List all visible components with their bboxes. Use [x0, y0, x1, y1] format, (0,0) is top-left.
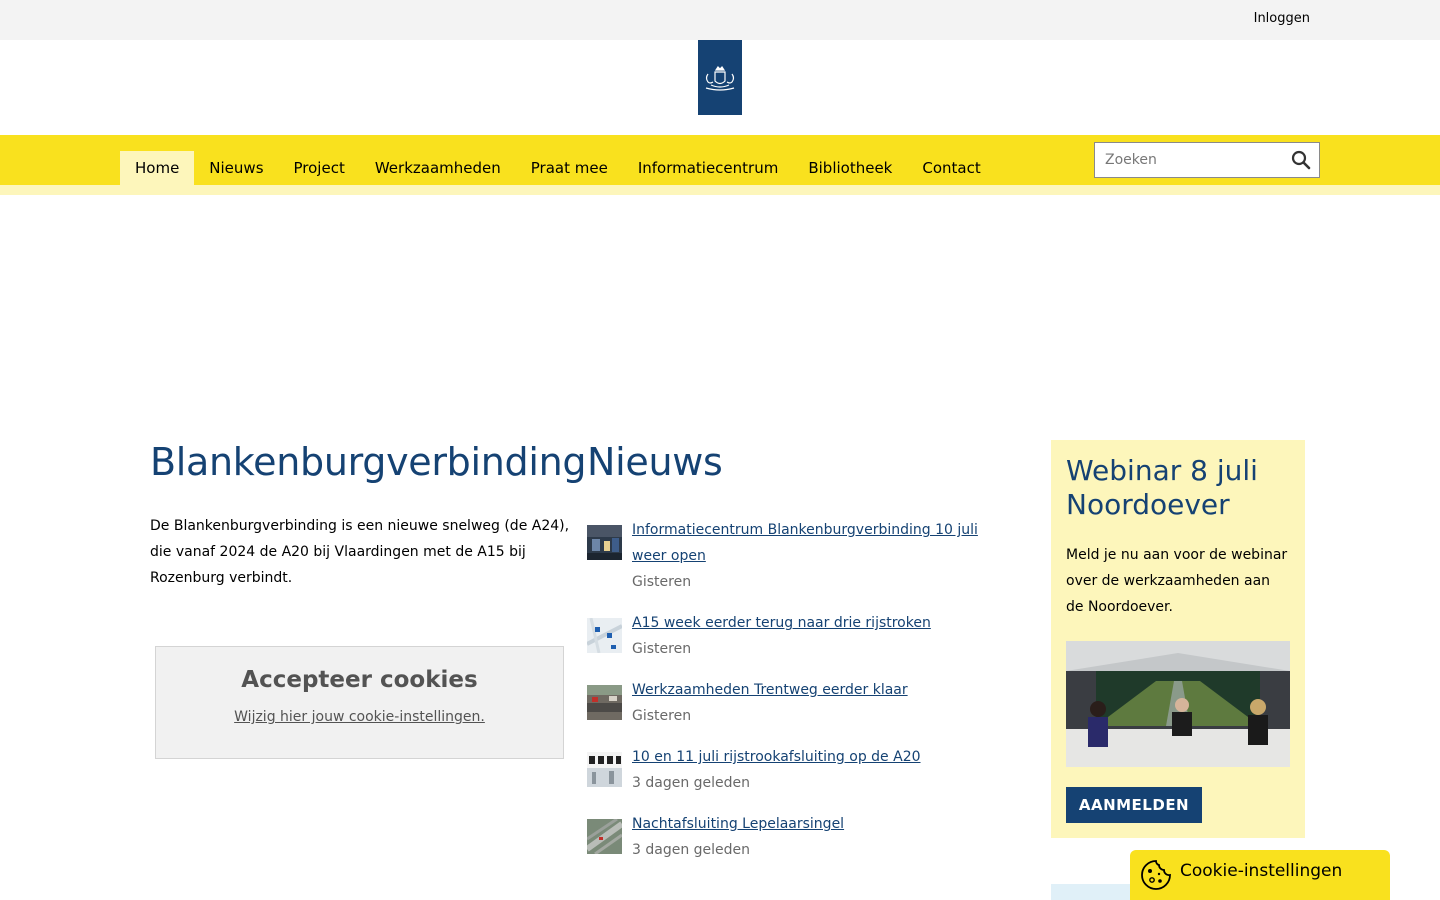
news-item-link[interactable]: A15 week eerder terug naar drie rijstrok…	[632, 610, 1012, 636]
news-item-date: Gisteren	[632, 574, 692, 590]
news-item-link[interactable]: Informatiecentrum Blankenburgverbinding …	[632, 517, 1012, 569]
news-item-date: 3 dagen geleden	[632, 775, 751, 791]
search-input[interactable]	[1095, 143, 1281, 177]
cookie-placeholder: Accepteer cookies Wijzig hier jouw cooki…	[155, 646, 564, 759]
news-item-date: Gisteren	[632, 641, 692, 657]
cookie-settings-label: Cookie-instellingen	[1180, 861, 1343, 881]
news-item-link[interactable]: Werkzaamheden Trentweg eerder klaar	[632, 677, 1012, 703]
webinar-text: Meld je nu aan voor de webinar over de w…	[1066, 547, 1288, 615]
cookie-settings-button[interactable]: Cookie-instellingen	[1130, 850, 1390, 900]
search-icon	[1291, 150, 1311, 170]
cookie-icon	[1141, 860, 1171, 890]
news-item-link[interactable]: Nachtafsluiting Lepelaarsingel	[632, 811, 1012, 837]
news-item-date: Gisteren	[632, 708, 692, 724]
nav-item-project[interactable]: Project	[279, 151, 360, 185]
news-thumbnail[interactable]	[587, 752, 622, 787]
news-thumbnail[interactable]	[587, 819, 622, 854]
nav-item-informatiecentrum[interactable]: Informatiecentrum	[623, 151, 794, 185]
page-title: Blankenburgverbinding	[150, 440, 587, 484]
register-button[interactable]: AANMELDEN	[1066, 787, 1202, 823]
login-link[interactable]: Inloggen	[1254, 11, 1310, 26]
cookie-placeholder-title: Accepteer cookies	[241, 667, 478, 693]
nav-item-bibliotheek[interactable]: Bibliotheek	[793, 151, 907, 185]
nav-item-home[interactable]: Home	[120, 151, 195, 185]
nav-item-praat-mee[interactable]: Praat mee	[516, 151, 623, 185]
news-thumbnail[interactable]	[587, 618, 622, 653]
webinar-panel: Webinar 8 juli Noordoever Meld je nu aan…	[1051, 440, 1305, 838]
news-item-date: 3 dagen geleden	[632, 842, 751, 858]
intro-text: De Blankenburgverbinding is een nieuwe s…	[150, 518, 570, 586]
main-navigation: Home Nieuws Project Werkzaamheden Praat …	[0, 135, 1440, 185]
top-bar: Inloggen	[0, 0, 1440, 40]
news-thumbnail[interactable]	[587, 685, 622, 720]
news-item-link[interactable]: 10 en 11 juli rijstrookafsluiting op de …	[632, 744, 1012, 770]
nav-item-werkzaamheden[interactable]: Werkzaamheden	[360, 151, 516, 185]
logo[interactable]	[698, 40, 742, 115]
webinar-image	[1066, 641, 1290, 767]
news-title: Nieuws	[587, 440, 723, 484]
nav-item-contact[interactable]: Contact	[907, 151, 995, 185]
webinar-title: Webinar 8 juli Noordoever	[1066, 454, 1258, 521]
nav-item-nieuws[interactable]: Nieuws	[194, 151, 278, 185]
nav-accent-strip	[0, 185, 1440, 195]
nav-menu: Home Nieuws Project Werkzaamheden Praat …	[120, 151, 996, 185]
search-button[interactable]	[1291, 150, 1311, 170]
news-thumbnail[interactable]	[587, 525, 622, 560]
search-box	[1094, 142, 1320, 178]
cookie-settings-link[interactable]: Wijzig hier jouw cookie-instellingen.	[234, 709, 485, 725]
coat-of-arms-icon	[705, 66, 735, 91]
